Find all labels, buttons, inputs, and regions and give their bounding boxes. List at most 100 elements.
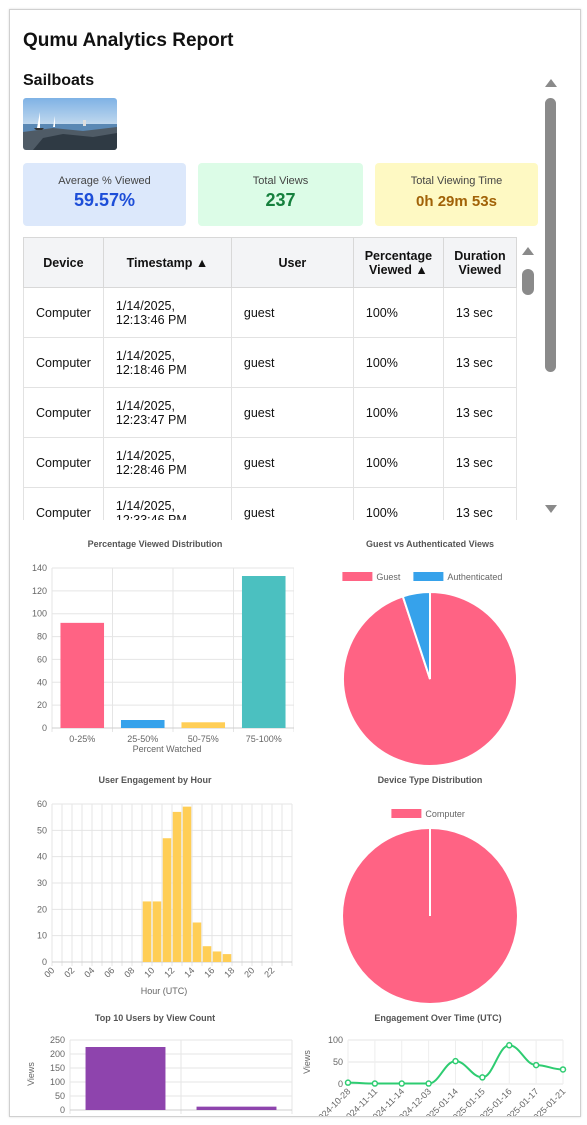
chart-title: Top 10 Users by View Count: [95, 1013, 215, 1023]
scroll-down-arrow-icon[interactable]: [544, 502, 558, 516]
y-axis-title: Views: [26, 1062, 36, 1086]
cell-user: guest: [230, 287, 354, 338]
data-point[interactable]: [506, 1042, 513, 1049]
y-tick-label: 120: [32, 586, 47, 596]
cell-user: guest: [230, 487, 354, 520]
legend-swatch[interactable]: [342, 572, 373, 581]
engagement-over-time-chart: Engagement Over Time (UTC) 0501002024-10…: [302, 1013, 567, 1116]
table-scrollbar-thumb[interactable]: [522, 269, 534, 295]
x-tick-label: 08: [122, 965, 136, 979]
y-tick-label: 0: [60, 1105, 65, 1115]
card-value: 59.57%: [73, 190, 136, 210]
y-tick-label: 60: [37, 799, 47, 809]
cell-duration: 13 sec: [442, 437, 517, 488]
page-scrollbar-thumb[interactable]: [545, 98, 556, 372]
card-value: 0h 29m 53s: [416, 193, 497, 210]
cell-duration: 13 sec: [442, 387, 517, 438]
y-tick-label: 20: [37, 904, 47, 914]
column-header-device[interactable]: Device: [23, 237, 104, 288]
bar[interactable]: [212, 951, 222, 962]
bar[interactable]: [182, 806, 192, 962]
y-axis-title: Views: [302, 1050, 312, 1074]
column-header-duration-viewed[interactable]: Duration Viewed: [442, 237, 517, 288]
bar[interactable]: [181, 722, 226, 728]
x-tick-label: 12: [162, 965, 176, 979]
chart-title: Guest vs Authenticated Views: [366, 539, 494, 549]
report-title: Qumu Analytics Report: [23, 30, 234, 51]
cell-duration: 13 sec: [442, 487, 517, 520]
card-label: Total Viewing Time: [410, 175, 503, 187]
sailboat-thumbnail[interactable]: [23, 98, 117, 150]
y-tick-label: 50: [55, 1091, 65, 1101]
guest-vs-auth-chart: Guest vs Authenticated Views Guest Authen…: [342, 539, 518, 766]
top-users-chart: Top 10 Users by View Count 0 50 100 150 200 2…: [26, 1013, 293, 1115]
y-tick-label: 100: [32, 609, 47, 619]
data-point[interactable]: [559, 1066, 567, 1073]
cell-device: Computer: [23, 287, 104, 338]
x-tick-label: 02: [62, 965, 76, 979]
y-tick-label: 250: [50, 1035, 65, 1045]
data-point[interactable]: [479, 1074, 486, 1081]
bar[interactable]: [241, 576, 286, 728]
y-tick-label: 200: [50, 1049, 65, 1059]
y-tick-label: 60: [37, 654, 47, 664]
data-point[interactable]: [371, 1080, 379, 1087]
x-tick-label: 18: [222, 965, 236, 979]
bar[interactable]: [152, 901, 162, 962]
bar[interactable]: [192, 922, 202, 963]
x-tick-label: 10: [142, 965, 156, 979]
y-tick-label: 30: [37, 878, 47, 888]
card-value: 237: [265, 190, 296, 210]
x-tick-label: 75-100%: [246, 734, 282, 744]
table-row: Computer 1/14/2025, 12:13:46 PM guest 10…: [23, 287, 517, 338]
video-title: Sailboats: [23, 72, 95, 89]
table-scroll-up-arrow-icon[interactable]: [521, 244, 535, 258]
card-average-viewed: Average % Viewed 59.57%: [23, 163, 186, 226]
bar[interactable]: [60, 622, 105, 728]
x-tick-label: 00: [42, 965, 56, 979]
x-tick-label: 25-50%: [127, 734, 158, 744]
cell-percentage: 100%: [352, 437, 444, 488]
data-point[interactable]: [452, 1057, 459, 1065]
scroll-up-arrow-icon[interactable]: [544, 76, 558, 90]
chart-title: Percentage Viewed Distribution: [88, 539, 223, 549]
engagement-by-hour-chart: User Engagement by Hour 0 10 20 30 40 50 60 00 0…: [37, 775, 293, 996]
data-point[interactable]: [398, 1080, 405, 1087]
cell-duration: 13 sec: [442, 287, 517, 338]
legend-swatch[interactable]: [391, 809, 422, 818]
y-tick-label: 40: [37, 677, 47, 687]
x-tick-label: 22: [262, 965, 276, 979]
bar[interactable]: [162, 838, 172, 962]
column-header-timestamp[interactable]: Timestamp ▲: [102, 237, 232, 288]
cell-timestamp: 1/14/2025, 12:23:47 PM: [102, 387, 232, 438]
bar[interactable]: [202, 946, 212, 962]
y-tick-label: 100: [50, 1077, 65, 1087]
cell-device: Computer: [23, 387, 104, 438]
y-tick-label: 0: [42, 957, 47, 967]
column-header-user[interactable]: User: [230, 237, 354, 288]
y-tick-label: 50: [37, 825, 47, 835]
data-point[interactable]: [344, 1079, 352, 1086]
x-tick-label: 50-75%: [188, 734, 219, 744]
y-tick-label: 0: [338, 1079, 343, 1089]
bar[interactable]: [222, 954, 232, 962]
table-row: Computer 1/14/2025, 12:33:46 PM guest 10…: [23, 487, 517, 520]
y-tick-label: 0: [42, 723, 47, 733]
cell-device: Computer: [23, 337, 104, 388]
x-axis-title: Hour (UTC): [141, 986, 188, 996]
data-point[interactable]: [532, 1061, 540, 1069]
cell-duration: 13 sec: [442, 337, 517, 388]
bar[interactable]: [196, 1106, 277, 1110]
y-tick-label: 10: [37, 931, 47, 941]
bar[interactable]: [120, 720, 165, 728]
y-tick-label: 50: [333, 1057, 343, 1067]
bar[interactable]: [85, 1047, 166, 1110]
bar[interactable]: [142, 901, 152, 962]
percentage-viewed-chart: Percentage Viewed Distribution 0 20 40 60 80…: [32, 539, 294, 754]
y-tick-label: 100: [328, 1035, 343, 1045]
column-header-percentage-viewed[interactable]: Percentage Viewed ▲: [352, 237, 444, 288]
legend-swatch[interactable]: [413, 572, 444, 581]
bar[interactable]: [172, 811, 182, 962]
data-point[interactable]: [425, 1080, 432, 1087]
table-header-row: Device Timestamp ▲ User Percentage Viewe…: [23, 237, 517, 288]
